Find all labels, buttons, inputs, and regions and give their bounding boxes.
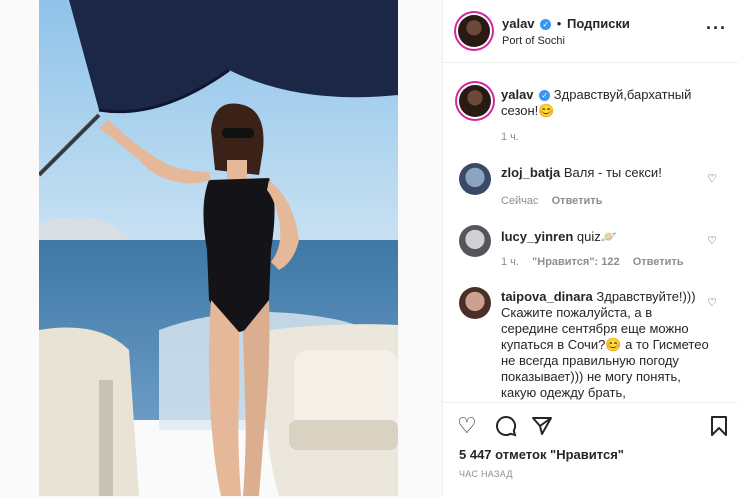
caption-username[interactable]: yalav	[501, 87, 534, 102]
verified-icon: ✓	[540, 19, 552, 31]
comment-text: Валя - ты секси!	[563, 165, 662, 180]
post-details-panel: yalav ✓ • Подписки Port of Sochi ··· yal…	[442, 0, 738, 497]
post-time[interactable]: ЧАС НАЗАД	[459, 469, 513, 479]
comment-icon[interactable]	[495, 415, 517, 441]
separator-dot: •	[556, 16, 562, 31]
commenter-avatar[interactable]	[459, 287, 491, 319]
post-location[interactable]: Port of Sochi	[502, 35, 565, 47]
comment-text: Здравствуйте!))) Скажите пожалуйста, а в…	[501, 289, 709, 400]
more-options-icon[interactable]: ···	[706, 18, 727, 39]
comment-body: lucy_yinren quiz🪐	[501, 229, 711, 245]
comment-like-icon[interactable]: ♡	[707, 171, 717, 187]
post-photo[interactable]	[39, 0, 398, 496]
comment-body: taipova_dinara Здравствуйте!))) Скажите …	[501, 289, 711, 401]
comment-item: taipova_dinara Здравствуйте!))) Скажите …	[459, 287, 729, 402]
comment-item: lucy_yinren quiz🪐 1 ч. "Нравится": 122 О…	[459, 225, 729, 275]
comment-meta: 1 ч. "Нравится": 122 Ответить	[501, 254, 684, 270]
like-icon[interactable]: ♡	[457, 415, 477, 437]
commenter-avatar[interactable]	[459, 163, 491, 195]
comment-time[interactable]: 1 ч.	[501, 256, 519, 268]
commenter-avatar[interactable]	[459, 225, 491, 257]
comment-text: quiz🪐	[576, 229, 617, 244]
caption: yalav ✓ Здравствуй,бархатный сезон!😊 1 ч…	[459, 85, 729, 145]
caption-body: yalav ✓ Здравствуй,бархатный сезон!😊	[501, 87, 711, 119]
comment-like-icon[interactable]: ♡	[707, 295, 717, 311]
author-username[interactable]: yalav	[502, 16, 535, 31]
post-header: yalav ✓ • Подписки Port of Sochi ···	[443, 0, 738, 63]
likes-count[interactable]: 5 447 отметок "Нравится"	[459, 447, 624, 462]
reply-button[interactable]: Ответить	[633, 256, 684, 268]
comment-likes[interactable]: "Нравится": 122	[532, 256, 620, 268]
comment-body: zloj_batja Валя - ты секси!	[501, 165, 711, 181]
comment-like-icon[interactable]: ♡	[707, 233, 717, 249]
comment-username[interactable]: zloj_batja	[501, 165, 560, 180]
comment-meta: Сейчас Ответить	[501, 193, 602, 209]
caption-avatar[interactable]	[459, 85, 491, 117]
header-line: yalav ✓ • Подписки	[502, 16, 630, 31]
comment-username[interactable]: lucy_yinren	[501, 229, 573, 244]
post-actions: ♡ 5 447 отметок "Нравится" ЧАС НАЗАД	[443, 402, 738, 497]
author-avatar[interactable]	[458, 15, 490, 47]
caption-time[interactable]: 1 ч.	[501, 129, 519, 145]
comment-item: zloj_batja Валя - ты секси! Сейчас Ответ…	[459, 163, 729, 213]
share-icon[interactable]	[531, 415, 553, 441]
follow-button[interactable]: Подписки	[567, 16, 630, 31]
photo-image	[39, 0, 398, 496]
reply-button[interactable]: Ответить	[552, 195, 603, 207]
bookmark-icon[interactable]	[709, 415, 729, 441]
comment-time[interactable]: Сейчас	[501, 195, 539, 207]
verified-icon: ✓	[539, 90, 551, 102]
comment-username[interactable]: taipova_dinara	[501, 289, 593, 304]
